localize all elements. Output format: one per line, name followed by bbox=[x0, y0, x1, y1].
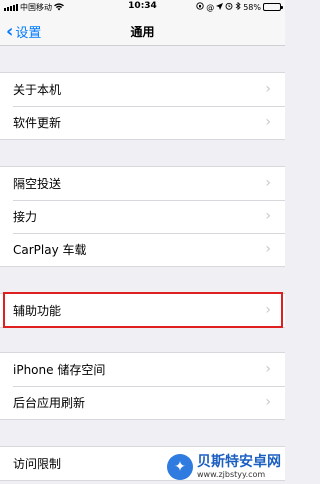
watermark-text: 贝斯特安卓网 www.zjbstyy.com bbox=[197, 454, 281, 480]
watermark-url: www.zjbstyy.com bbox=[197, 470, 266, 479]
battery-icon bbox=[263, 3, 283, 11]
list-item-label: iPhone 储存空间 bbox=[13, 363, 106, 377]
at-icon: @ bbox=[206, 2, 215, 12]
orientation-lock-icon bbox=[196, 2, 204, 12]
location-icon bbox=[216, 2, 224, 12]
chevron-right-icon: › bbox=[265, 208, 271, 224]
chevron-right-icon: › bbox=[265, 394, 271, 410]
list-item-label: 访问限制 bbox=[13, 457, 62, 471]
list-item-label: 软件更新 bbox=[13, 116, 62, 130]
bluetooth-icon bbox=[235, 1, 241, 12]
navigation-bar: ‹ 设置 通用 bbox=[0, 14, 285, 46]
list-item-label: 接力 bbox=[13, 210, 38, 224]
chevron-right-icon: › bbox=[265, 241, 271, 257]
alarm-icon bbox=[225, 2, 233, 12]
chevron-right-icon: › bbox=[265, 114, 271, 130]
watermark: ✦ 贝斯特安卓网 www.zjbstyy.com bbox=[167, 454, 281, 480]
status-bar: 中国移动 10:34 @ 58% bbox=[0, 0, 285, 14]
chevron-right-icon: › bbox=[265, 361, 271, 377]
battery-percent: 58% bbox=[243, 2, 261, 12]
list-item-airdrop[interactable]: 隔空投送 › bbox=[0, 167, 285, 200]
list-item-label: CarPlay 车载 bbox=[13, 243, 87, 257]
list-item-iphone-storage[interactable]: iPhone 储存空间 › bbox=[0, 353, 285, 386]
settings-group-airdrop: 隔空投送 › 接力 › CarPlay 车载 › bbox=[0, 166, 285, 267]
settings-group-storage: iPhone 储存空间 › 后台应用刷新 › bbox=[0, 352, 285, 420]
list-item-label: 隔空投送 bbox=[13, 177, 62, 191]
list-item-handoff[interactable]: 接力 › bbox=[0, 200, 285, 233]
highlight-box bbox=[3, 292, 283, 328]
list-item-carplay[interactable]: CarPlay 车载 › bbox=[0, 233, 285, 266]
chevron-right-icon: › bbox=[265, 81, 271, 97]
watermark-name: 贝斯特安卓网 bbox=[197, 454, 281, 470]
list-item-background-refresh[interactable]: 后台应用刷新 › bbox=[0, 386, 285, 419]
list-item-label: 关于本机 bbox=[13, 83, 62, 97]
page-title: 通用 bbox=[130, 25, 155, 39]
list-item-software-update[interactable]: 软件更新 › bbox=[0, 106, 285, 139]
list-item-about[interactable]: 关于本机 › bbox=[0, 73, 285, 106]
status-right: @ 58% bbox=[196, 1, 283, 12]
chevron-right-icon: › bbox=[265, 175, 271, 191]
list-item-label: 后台应用刷新 bbox=[13, 396, 86, 410]
watermark-logo-icon: ✦ bbox=[167, 454, 193, 480]
settings-group-about: 关于本机 › 软件更新 › bbox=[0, 72, 285, 140]
